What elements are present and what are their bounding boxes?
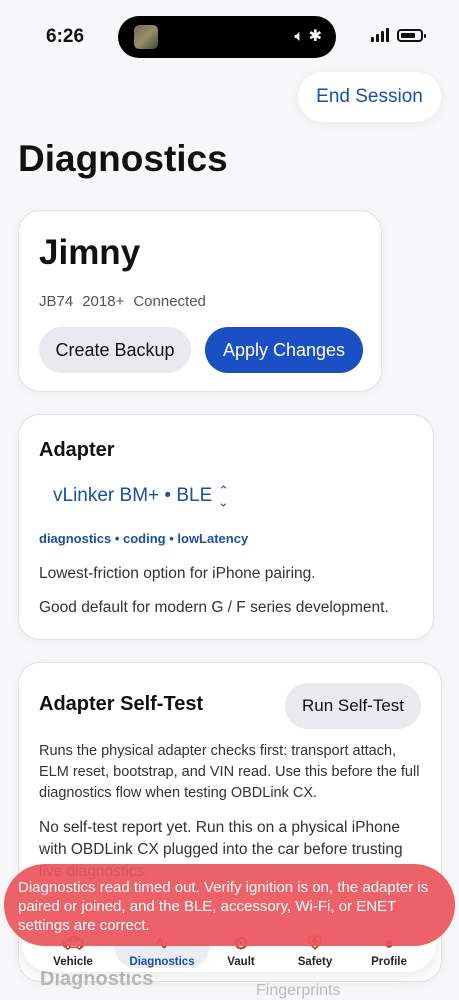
vehicle-chassis: JB74	[39, 293, 74, 310]
adapter-capabilities: diagnostics • coding • lowLatency	[39, 531, 249, 546]
now-playing-artwork	[134, 25, 158, 49]
dynamic-island: 🔈︎ ✱	[118, 16, 336, 58]
tab-vault-label: Vault	[227, 956, 255, 968]
vehicle-meta: JB74 2018+ Connected	[39, 293, 206, 310]
chevron-up-down-icon: ⌃ ⌃	[218, 483, 230, 509]
status-time: 6:26	[46, 26, 85, 47]
error-toast-message: Diagnostics read timed out. Verify ignit…	[18, 879, 429, 934]
fingerprints-label: Fingerprints	[256, 982, 341, 999]
adapter-description-2: Good default for modern G / F series dev…	[39, 599, 389, 616]
cellular-signal-icon	[371, 28, 389, 42]
adapter-description-1: Lowest-friction option for iPhone pairin…	[39, 565, 316, 582]
self-test-description: Runs the physical adapter checks first: …	[39, 743, 420, 801]
tab-vehicle-label: Vehicle	[53, 956, 93, 968]
adapter-picker-value: vLinker BM+ • BLE	[53, 485, 213, 506]
error-toast[interactable]: Diagnostics read timed out. Verify ignit…	[4, 864, 455, 946]
tab-diagnostics-label: Diagnostics	[129, 956, 195, 968]
adapter-picker[interactable]: vLinker BM+ • BLE ⌃ ⌃	[53, 483, 230, 509]
tab-profile-label: Profile	[371, 956, 407, 968]
vehicle-name: Jimny	[39, 233, 141, 272]
end-session-button[interactable]: End Session	[298, 72, 441, 122]
adapter-card: Adapter vLinker BM+ • BLE ⌃ ⌃ diagnostics…	[18, 414, 434, 640]
apply-changes-button[interactable]: Apply Changes	[205, 327, 363, 373]
page-title: Diagnostics	[18, 138, 228, 179]
self-test-heading: Adapter Self-Test	[39, 693, 204, 715]
adapter-heading: Adapter	[39, 439, 115, 461]
run-self-test-button[interactable]: Run Self-Test	[285, 683, 421, 729]
status-indicators	[371, 28, 426, 42]
vehicle-connection-status: Connected	[133, 293, 206, 310]
battery-icon	[397, 28, 426, 42]
vehicle-years: 2018+	[82, 293, 125, 310]
tab-safety-label: Safety	[297, 956, 333, 968]
volume-bluetooth-icons: 🔈︎ ✱	[294, 28, 322, 45]
create-backup-button[interactable]: Create Backup	[39, 327, 191, 373]
vehicle-card: Jimny JB74 2018+ Connected Create Backup…	[18, 210, 382, 392]
